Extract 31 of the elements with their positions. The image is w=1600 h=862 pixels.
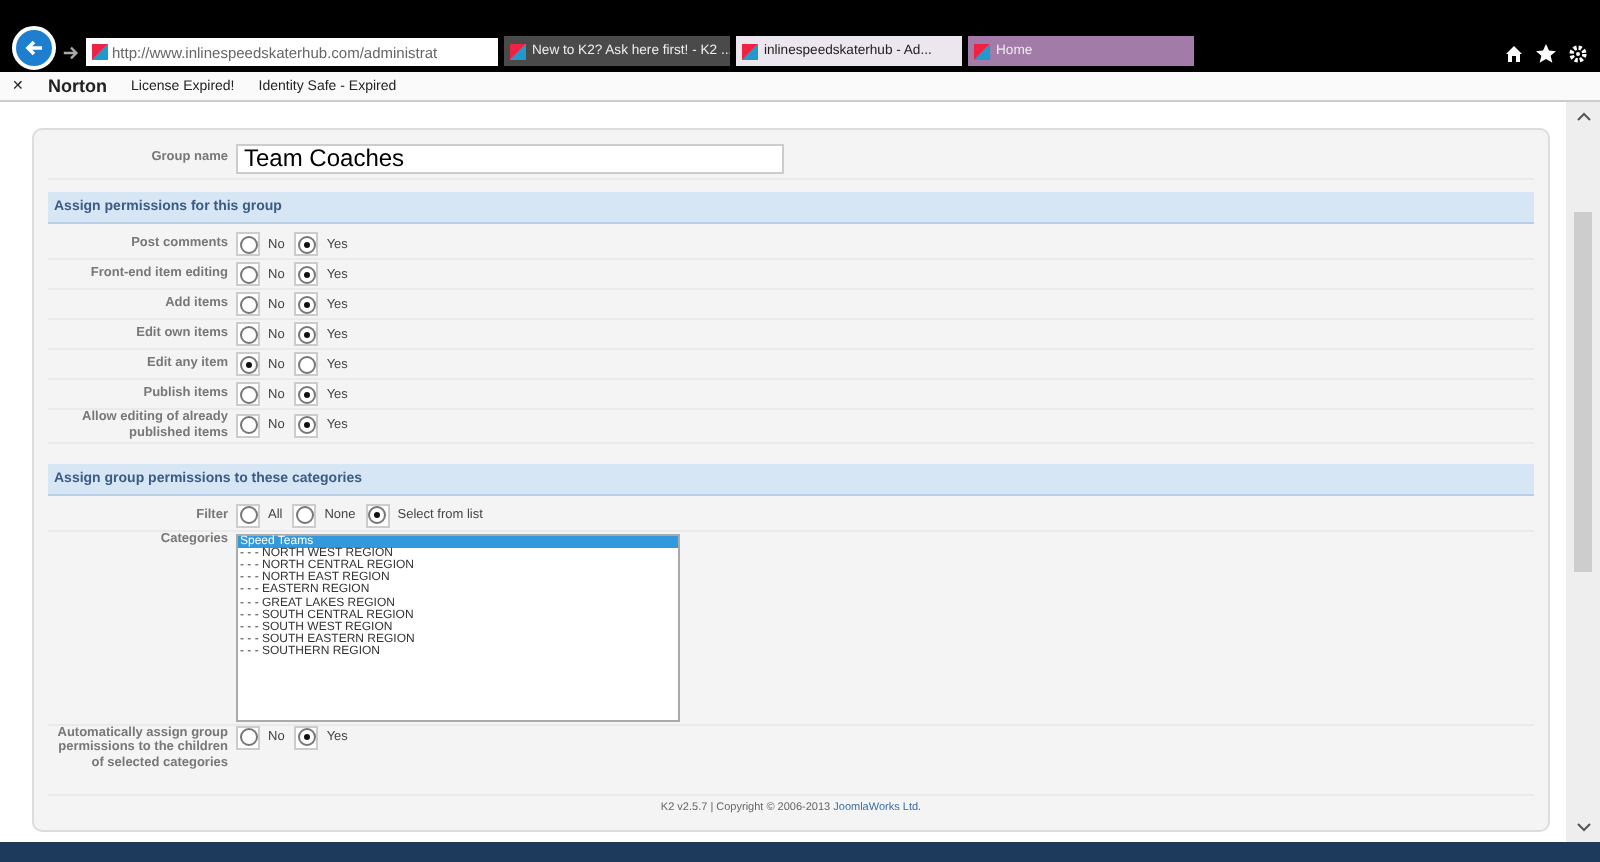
radio-button[interactable]	[297, 385, 316, 403]
radio-button[interactable]	[368, 506, 387, 525]
radio-button[interactable]	[297, 728, 316, 747]
radio-button[interactable]	[239, 416, 257, 435]
scroll-thumb[interactable]	[1574, 212, 1592, 572]
star-icon[interactable]	[1536, 44, 1556, 64]
radio-button[interactable]	[239, 728, 257, 747]
scroll-down-icon[interactable]	[1575, 822, 1591, 834]
back-arrow-icon	[24, 38, 44, 58]
radio-button[interactable]	[239, 385, 257, 403]
toolbar-brand[interactable]: Norton	[48, 76, 107, 96]
radio-button[interactable]	[239, 265, 257, 283]
radio-button[interactable]	[239, 325, 257, 343]
radio-button[interactable]	[239, 506, 257, 525]
forward-icon[interactable]	[62, 44, 80, 62]
scroll-up-icon[interactable]	[1575, 110, 1591, 122]
radio-button[interactable]	[239, 235, 257, 253]
radio-button[interactable]	[239, 355, 257, 373]
radio-button[interactable]	[297, 325, 316, 343]
home-icon[interactable]	[1504, 44, 1524, 64]
radio-button[interactable]	[297, 355, 316, 373]
radio-button[interactable]	[239, 295, 257, 313]
radio-button[interactable]	[297, 235, 316, 253]
category-list[interactable]	[236, 533, 680, 722]
input-field[interactable]: Team Coaches	[236, 143, 784, 173]
radio-button[interactable]	[297, 295, 316, 313]
settings-icon[interactable]	[1568, 44, 1588, 64]
radio-button[interactable]	[297, 265, 316, 283]
radio-button[interactable]	[297, 416, 316, 435]
radio-button[interactable]	[295, 506, 314, 525]
back-button[interactable]	[12, 26, 56, 70]
